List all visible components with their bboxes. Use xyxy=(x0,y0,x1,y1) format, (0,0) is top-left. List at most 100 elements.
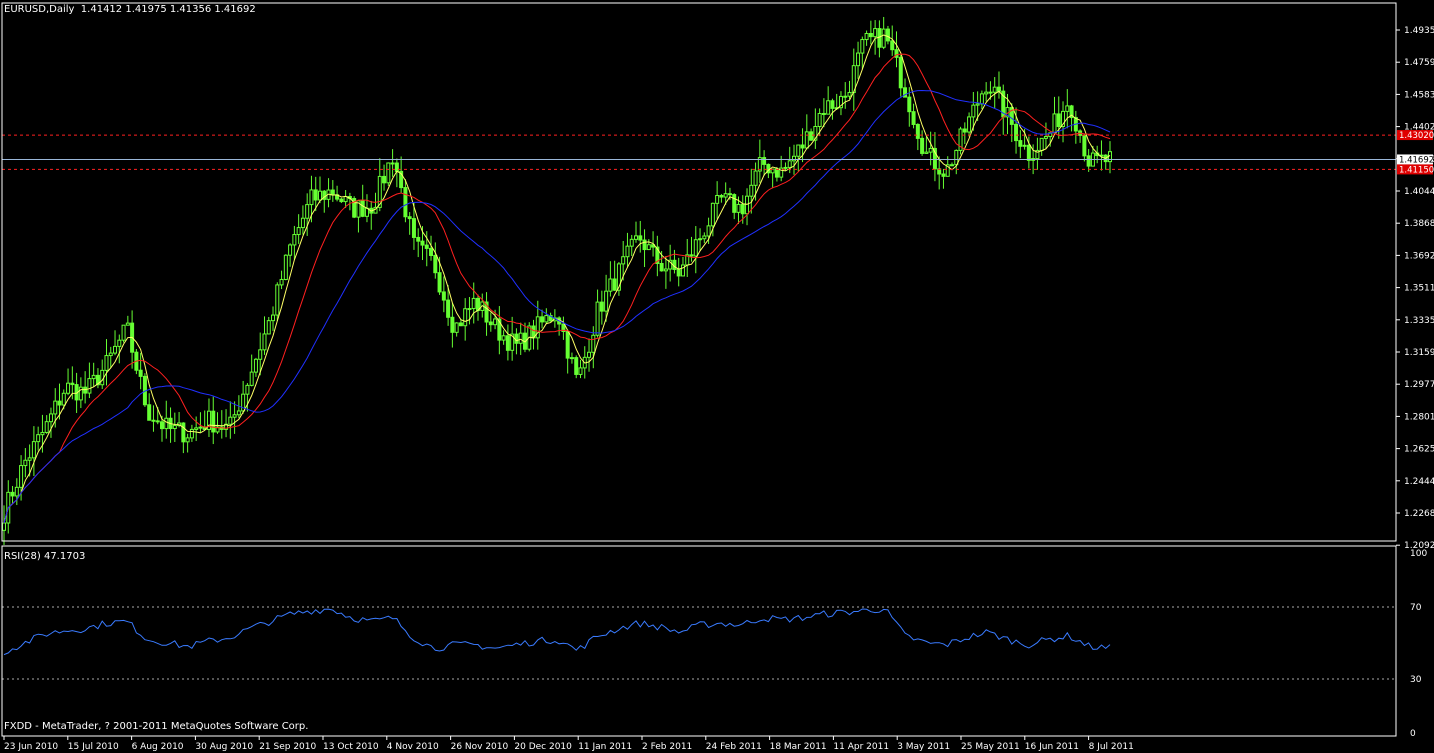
candle-body xyxy=(189,428,194,439)
candle-body xyxy=(941,173,946,177)
candle-body xyxy=(1082,134,1087,157)
candle-body xyxy=(783,166,788,169)
y-tick-label: 1.36925 xyxy=(1404,251,1434,261)
candle-body xyxy=(873,28,878,38)
candle-body xyxy=(36,434,41,443)
candle-body xyxy=(245,384,250,395)
main-frame xyxy=(1,2,1397,542)
x-tick-label: 8 Jul 2011 xyxy=(1089,742,1134,752)
candle-body xyxy=(2,522,6,531)
candle-body xyxy=(454,322,459,333)
candle-body xyxy=(723,193,728,198)
y-tick-label: 1.33350 xyxy=(1404,316,1434,326)
candle-body xyxy=(689,254,694,257)
candle-body xyxy=(386,162,391,184)
candle-body xyxy=(429,247,434,256)
x-tick-label: 18 Mar 2011 xyxy=(770,742,827,752)
candle-body xyxy=(860,39,865,54)
horizontal-price-lines xyxy=(2,134,1396,170)
candle-body xyxy=(915,123,920,139)
candle-body xyxy=(271,314,276,322)
ma-mid-line xyxy=(3,53,1111,524)
candle-body xyxy=(826,100,831,115)
candle-body xyxy=(83,386,88,394)
candle-body xyxy=(275,284,280,316)
candle-body xyxy=(147,404,152,421)
candle-body xyxy=(642,239,647,251)
candle-body xyxy=(800,144,805,149)
candle-body xyxy=(702,235,707,240)
candle-body xyxy=(330,189,335,196)
moving-averages xyxy=(3,34,1111,524)
candle-body xyxy=(160,421,164,430)
x-tick-label: 11 Jan 2011 xyxy=(578,742,632,752)
candle-body xyxy=(621,256,626,265)
y-tick-label: 1.40445 xyxy=(1404,187,1434,197)
candle-body xyxy=(172,425,177,430)
candle-body xyxy=(1026,144,1031,161)
candle-body xyxy=(279,278,284,286)
candle-body xyxy=(309,189,314,206)
candle-body xyxy=(954,149,959,166)
y-tick-label: 1.38685 xyxy=(1404,219,1434,229)
x-tick-label: 16 Jun 2011 xyxy=(1025,742,1079,752)
candle-body xyxy=(920,137,925,154)
candle-body xyxy=(194,427,199,430)
candle-body xyxy=(292,234,297,246)
candle-body xyxy=(950,164,954,167)
candle-body xyxy=(467,308,472,311)
candle-body xyxy=(91,374,96,380)
y-tick-label: 1.29775 xyxy=(1404,380,1434,390)
candle-body xyxy=(608,278,613,292)
candle-body xyxy=(87,378,92,394)
candle-body xyxy=(117,339,122,347)
candle-body xyxy=(313,189,318,201)
candle-body xyxy=(787,160,792,168)
y-tick-label: 1.28015 xyxy=(1404,412,1434,422)
candle-body xyxy=(1022,144,1027,147)
candle-body xyxy=(663,268,668,272)
rsi-scale-label: 0 xyxy=(1410,729,1416,739)
y-tick-label: 1.47595 xyxy=(1404,58,1434,68)
candle-body xyxy=(40,431,45,436)
candle-body xyxy=(962,128,967,133)
candle-body xyxy=(676,268,681,277)
candle-body xyxy=(19,465,24,488)
candle-body xyxy=(646,244,651,251)
candle-body xyxy=(151,419,156,422)
candle-body xyxy=(78,386,83,401)
candle-body xyxy=(599,301,604,312)
candle-body xyxy=(898,56,903,89)
candle-body xyxy=(868,32,873,38)
candle-body xyxy=(693,239,698,257)
candle-body xyxy=(155,420,160,423)
candle-body xyxy=(595,301,600,336)
candle-body xyxy=(463,308,468,327)
candle-body xyxy=(809,131,814,141)
candle-body xyxy=(911,111,916,125)
candle-body xyxy=(121,324,126,341)
candle-body xyxy=(236,410,241,416)
candle-body xyxy=(44,421,49,433)
candle-body xyxy=(736,203,741,213)
candle-body xyxy=(407,216,412,220)
candle-body xyxy=(740,203,745,215)
candle-body xyxy=(710,202,715,227)
ma-fast-line xyxy=(3,34,1111,524)
candle-body xyxy=(565,330,570,359)
candle-body xyxy=(441,291,446,301)
candle-body xyxy=(108,352,113,357)
candle-body xyxy=(762,157,767,165)
candle-body xyxy=(185,437,190,443)
x-tick-label: 26 Nov 2010 xyxy=(451,742,509,752)
candle-body xyxy=(403,187,408,218)
candle-body xyxy=(249,371,254,386)
price-tag-label: 1.41692 xyxy=(1399,155,1434,165)
candle-body xyxy=(66,382,71,394)
candle-body xyxy=(228,416,233,425)
candle-body xyxy=(518,332,523,344)
candle-body xyxy=(830,100,835,109)
candle-body xyxy=(890,40,895,51)
candle-body xyxy=(881,28,886,48)
candle-body xyxy=(629,238,634,247)
